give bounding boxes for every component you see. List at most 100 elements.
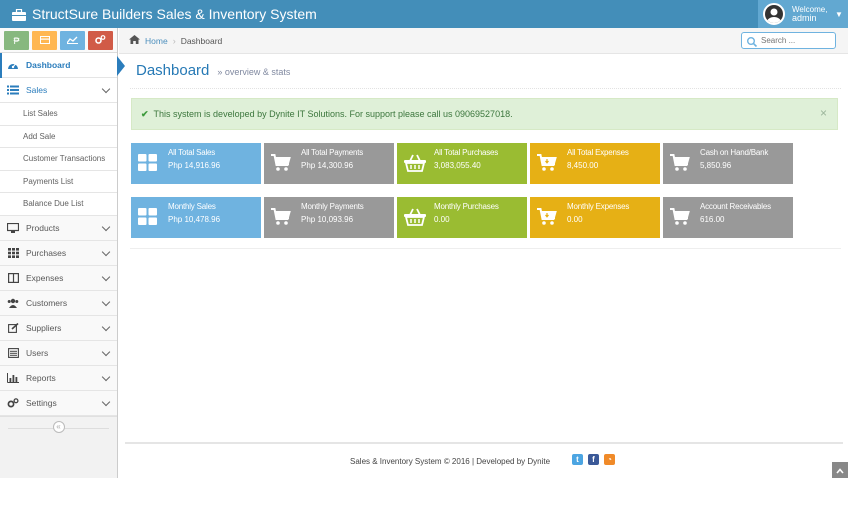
sidebar-item-purchases[interactable]: Purchases bbox=[0, 240, 117, 266]
page-header: Dashboard » overview & stats bbox=[136, 62, 290, 84]
sidebar-item-label: Dashboard bbox=[26, 60, 71, 70]
stat-tile[interactable]: All Total Expenses 8,450.00 bbox=[530, 143, 660, 184]
stat-tile[interactable]: Monthly Sales Php 10,478.96 bbox=[131, 197, 261, 238]
facebook-icon[interactable]: f bbox=[588, 454, 599, 465]
header-divider bbox=[130, 88, 841, 89]
chevron-down-icon bbox=[101, 222, 111, 231]
stat-tile[interactable]: Monthly Payments Php 10,093.96 bbox=[264, 197, 394, 238]
chevron-down-icon bbox=[101, 272, 111, 281]
stat-value: Php 14,916.96 bbox=[168, 161, 221, 170]
shopping-basket-icon bbox=[404, 154, 426, 172]
alert-text: This system is developed by Dynite IT So… bbox=[153, 109, 513, 119]
th-large-icon bbox=[138, 208, 158, 226]
brand[interactable]: StructSure Builders Sales & Inventory Sy… bbox=[12, 5, 317, 23]
search-box[interactable] bbox=[741, 32, 836, 49]
content-divider bbox=[130, 248, 841, 249]
stat-tile[interactable]: Cash on Hand/Bank 5,850.96 bbox=[663, 143, 793, 184]
stat-label: All Total Purchases bbox=[434, 148, 499, 157]
stats-row-monthly: Monthly Sales Php 10,478.96 Monthly Paymen… bbox=[131, 197, 797, 238]
sidebar-subitem-customer-transactions[interactable]: Customer Transactions bbox=[0, 148, 117, 171]
sidebar-item-label: Products bbox=[26, 222, 60, 233]
stat-label: Cash on Hand/Bank bbox=[700, 148, 769, 157]
stat-value: 616.00 bbox=[700, 215, 725, 224]
username-label: admin bbox=[792, 13, 817, 23]
sidebar-item-products[interactable]: Products bbox=[0, 215, 117, 241]
rss-icon[interactable]: ◔ bbox=[604, 454, 615, 465]
stat-label: All Total Sales bbox=[168, 148, 216, 157]
breadcrumb-home-link[interactable]: Home bbox=[145, 36, 168, 46]
shopping-cart-icon bbox=[271, 208, 291, 226]
home-icon bbox=[129, 35, 140, 46]
breadcrumb: Home › Dashboard bbox=[129, 35, 222, 46]
desktop-icon bbox=[7, 222, 19, 233]
sidebar-shortcuts: ₱ bbox=[0, 28, 117, 53]
stat-tile[interactable]: All Total Sales Php 14,916.96 bbox=[131, 143, 261, 184]
search-icon bbox=[746, 35, 758, 47]
stat-tile[interactable]: Monthly Expenses 0.00 bbox=[530, 197, 660, 238]
stat-label: Account Receivables bbox=[700, 202, 771, 211]
sidebar-item-label: Reports bbox=[26, 372, 56, 383]
app-title: StructSure Builders Sales & Inventory Sy… bbox=[32, 6, 317, 22]
stat-label: All Total Payments bbox=[301, 148, 364, 157]
support-alert: ✔ This system is developed by Dynite IT … bbox=[131, 98, 838, 130]
check-icon: ✔ bbox=[141, 108, 149, 119]
sidebar-subitem-balance-due-list[interactable]: Balance Due List bbox=[0, 193, 117, 216]
stat-label: All Total Expenses bbox=[567, 148, 629, 157]
search-input[interactable] bbox=[758, 36, 834, 45]
shortcut-card-button[interactable] bbox=[32, 31, 57, 50]
sidebar-subitem-list-sales[interactable]: List Sales bbox=[0, 103, 117, 126]
cart-arrow-down-icon bbox=[537, 154, 557, 172]
shopping-cart-icon bbox=[271, 154, 291, 172]
sidebar-item-label: Customers bbox=[26, 297, 68, 308]
stat-tile[interactable]: Account Receivables 616.00 bbox=[663, 197, 793, 238]
sidebar-item-label: Settings bbox=[26, 397, 57, 408]
user-menu[interactable]: Welcome, admin ▼ bbox=[758, 0, 848, 28]
sidebar-item-dashboard[interactable]: Dashboard bbox=[0, 53, 125, 78]
columns-icon bbox=[7, 272, 19, 283]
shortcut-chart-button[interactable] bbox=[60, 31, 85, 50]
sidebar-item-label: Users bbox=[26, 347, 49, 358]
sidebar-item-suppliers[interactable]: Suppliers bbox=[0, 315, 117, 341]
sidebar-item-sales[interactable]: Sales bbox=[0, 78, 117, 103]
list-alt-icon bbox=[7, 347, 19, 358]
twitter-icon[interactable]: t bbox=[572, 454, 583, 465]
chevron-down-icon bbox=[101, 297, 111, 306]
stat-tile[interactable]: All Total Purchases 3,083,055.40 bbox=[397, 143, 527, 184]
stat-tile[interactable]: All Total Payments Php 14,300.96 bbox=[264, 143, 394, 184]
shortcut-peso-button[interactable]: ₱ bbox=[4, 31, 29, 50]
caret-down-icon: ▼ bbox=[835, 9, 843, 19]
sidebar-collapse-button[interactable]: « bbox=[52, 421, 65, 433]
chevron-down-icon bbox=[101, 247, 111, 256]
sidebar-item-label: Suppliers bbox=[26, 322, 62, 333]
sidebar-item-reports[interactable]: Reports bbox=[0, 365, 117, 391]
chevron-down-icon bbox=[101, 372, 111, 381]
stat-value: 3,083,055.40 bbox=[434, 161, 481, 170]
cart-arrow-down-icon bbox=[537, 208, 557, 226]
sidebar-item-users[interactable]: Users bbox=[0, 340, 117, 366]
sidebar-subitem-add-sale[interactable]: Add Sale bbox=[0, 125, 117, 148]
breadcrumb-current: Dashboard bbox=[180, 35, 223, 46]
shortcut-cogs-button[interactable] bbox=[88, 31, 113, 50]
th-large-icon bbox=[138, 154, 158, 172]
alert-close-button[interactable]: × bbox=[820, 106, 827, 120]
stat-label: Monthly Sales bbox=[168, 202, 216, 211]
shopping-cart-icon bbox=[670, 208, 690, 226]
breadcrumb-separator: › bbox=[172, 35, 176, 46]
stat-value: Php 10,093.96 bbox=[301, 215, 354, 224]
shopping-cart-icon bbox=[670, 154, 690, 172]
stat-value: 0.00 bbox=[434, 215, 450, 224]
chevron-down-icon bbox=[101, 347, 111, 356]
stat-tile[interactable]: Monthly Purchases 0.00 bbox=[397, 197, 527, 238]
stat-value: 5,850.96 bbox=[700, 161, 732, 170]
chevron-down-icon bbox=[101, 322, 111, 331]
sidebar-item-expenses[interactable]: Expenses bbox=[0, 265, 117, 291]
sidebar-item-settings[interactable]: Settings bbox=[0, 390, 117, 416]
chevron-down-icon bbox=[101, 84, 111, 94]
sidebar-subitem-payments-list[interactable]: Payments List bbox=[0, 170, 117, 193]
page-subtitle: » overview & stats bbox=[217, 67, 291, 77]
stat-value: Php 14,300.96 bbox=[301, 161, 354, 170]
scroll-to-top-button[interactable] bbox=[832, 462, 848, 478]
sidebar-item-customers[interactable]: Customers bbox=[0, 290, 117, 316]
cogs-icon bbox=[7, 397, 19, 408]
avatar bbox=[763, 3, 785, 25]
